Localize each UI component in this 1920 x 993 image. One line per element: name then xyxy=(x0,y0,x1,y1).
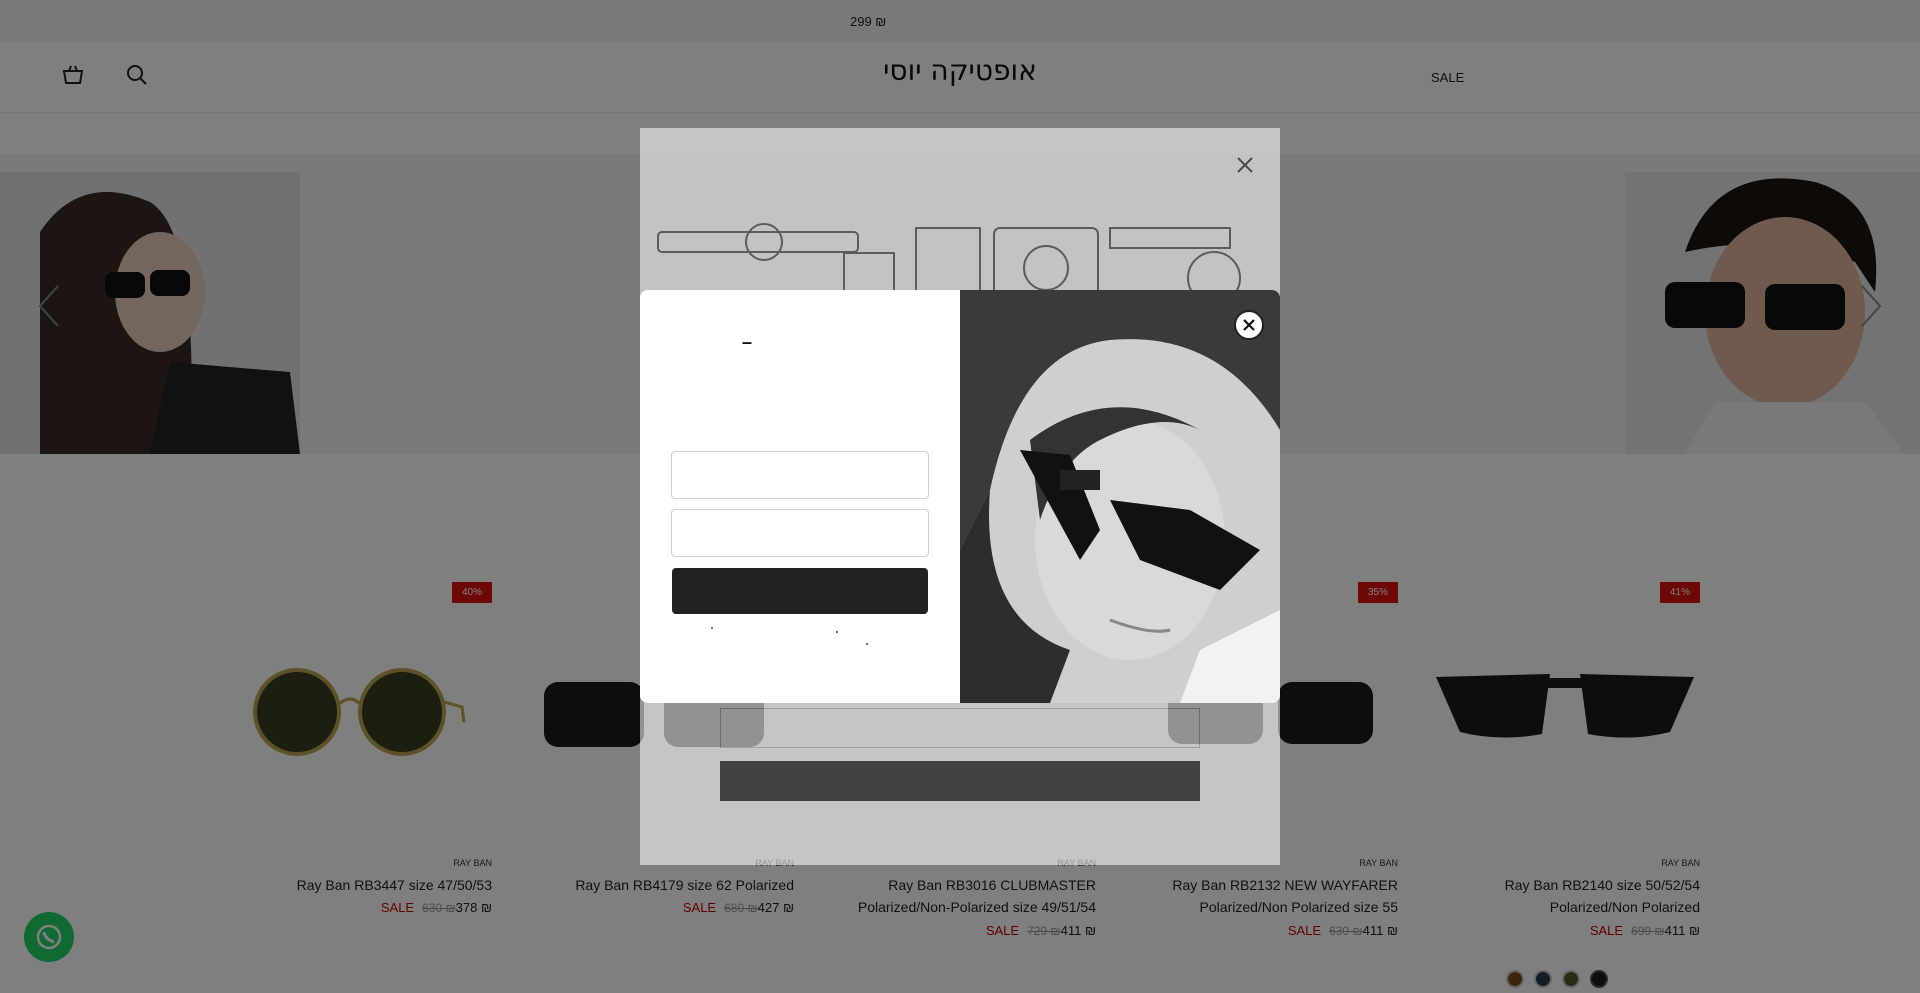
popup-fine-print xyxy=(672,626,928,646)
background-modal-submit[interactable] xyxy=(720,761,1200,801)
newsletter-popup: – xyxy=(640,290,1280,703)
close-icon[interactable] xyxy=(1234,310,1264,340)
popup-form-panel: – xyxy=(640,290,960,703)
email-field[interactable] xyxy=(671,451,929,499)
phone-field[interactable] xyxy=(671,509,929,557)
submit-button[interactable] xyxy=(672,568,928,614)
popup-photo xyxy=(960,290,1280,703)
background-modal-input[interactable] xyxy=(720,708,1200,748)
popup-title: – xyxy=(742,332,753,352)
close-icon[interactable] xyxy=(1228,148,1262,182)
